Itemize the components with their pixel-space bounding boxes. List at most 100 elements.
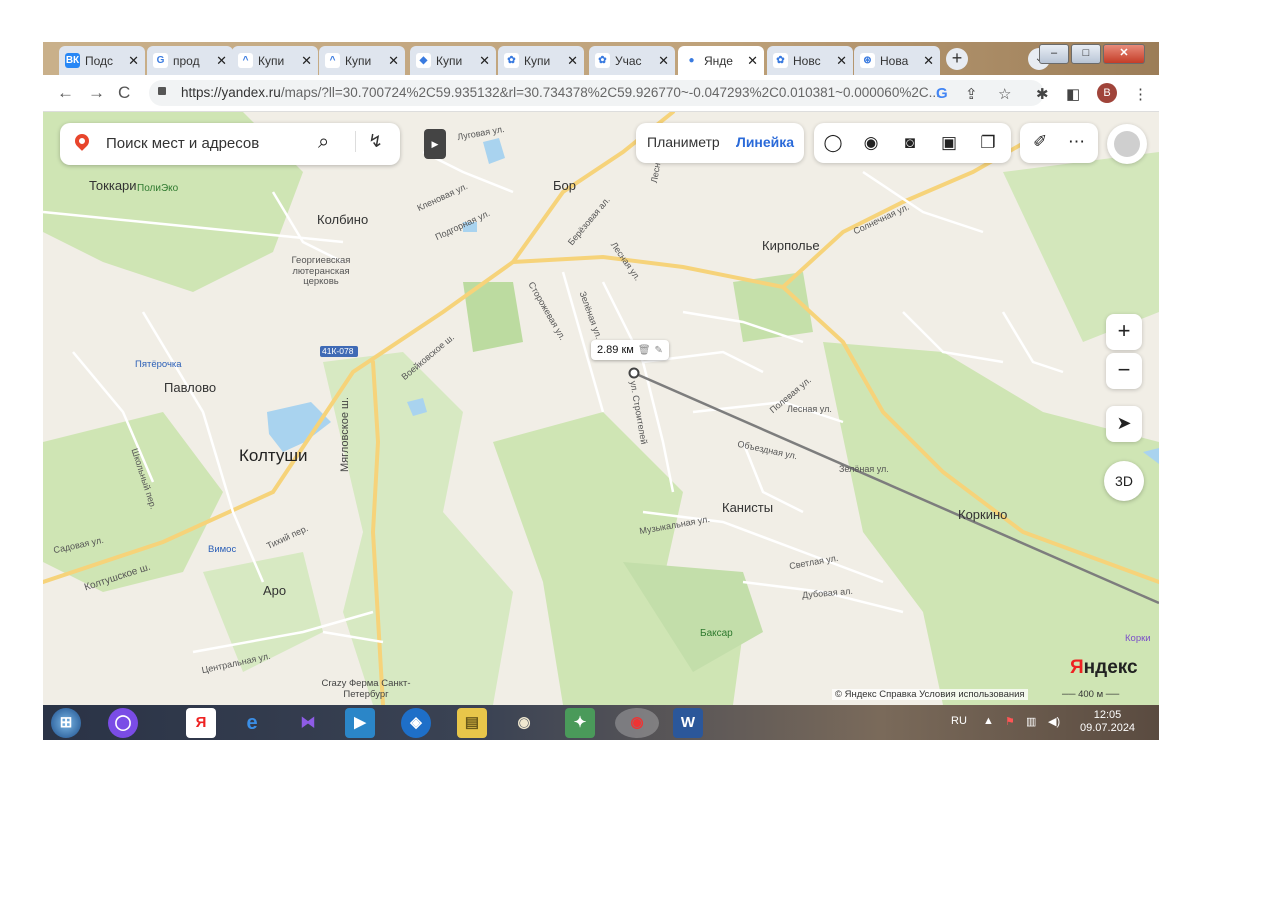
browser-tab[interactable]: ◆ Купи ✕ [410,46,496,75]
volume-icon[interactable]: ◀) [1048,715,1060,728]
more-icon[interactable]: ⋯ [1068,132,1085,152]
search-input[interactable]: Поиск мест и адресов [106,135,259,152]
menu-icon[interactable]: ⋮ [1133,85,1148,103]
map-layers-icon[interactable]: ❐ [977,132,999,154]
avito-icon: ^ [325,53,340,68]
close-tab-icon[interactable]: ✕ [216,53,227,69]
taskbar-clock[interactable]: 12:05 09.07.2024 [1080,709,1135,735]
browser-tab[interactable]: ВК Подс ✕ [59,46,145,75]
screenshot: ВК Подс ✕ Gпрод ✕ ^ Купи ✕ ^ Купи ✕ ◆ Купи ✕ ✿ Купи ✕ ✿ Уч… [43,42,1159,740]
start-button[interactable]: ⊞ [51,708,81,738]
windows-taskbar: ⊞ ◯ Я e ⧓ ▶ ◈ ▤ ◉ ✦ ◉ W RU ▲ ⚑ ▥ ◀) 12:0… [43,705,1159,740]
search-icon[interactable]: ⌕ [318,131,329,154]
ruler-button[interactable]: Линейка [736,134,794,150]
close-window-button[interactable]: ✕ [1103,44,1145,64]
visual-studio-icon[interactable]: ⧓ [293,708,323,738]
minimize-button[interactable]: – [1039,44,1069,64]
map-label-pyaterochka: Пятёрочка [135,359,182,370]
close-tab-icon[interactable]: ✕ [388,53,399,69]
window-controls: – □ ✕ [1037,44,1145,64]
ruler-distance-label[interactable]: 2.89 км 🗑 ✎ [591,340,669,360]
new-tab-button[interactable]: + [946,48,968,70]
tab-label: прод [173,53,200,68]
close-tab-icon[interactable]: ✕ [567,53,578,69]
back-icon[interactable]: ← [57,83,74,103]
road-label-myaglovskoe: Мягловское ш. [339,397,351,472]
network-app-icon[interactable]: ◈ [401,708,431,738]
tools-toolbar: ✐ ⋯ [1020,123,1098,163]
media-player-icon[interactable]: ▶ [345,708,375,738]
show-hidden-icons-icon[interactable]: ▲ [983,715,994,727]
map-label-baksar: Баксар [700,628,733,639]
photo-app-icon[interactable]: ✦ [565,708,595,738]
yandex-browser-icon[interactable]: Я [186,708,216,738]
close-tab-icon[interactable]: ✕ [301,53,312,69]
zoom-out-button[interactable]: − [1106,353,1142,389]
clock-date: 09.07.2024 [1080,722,1136,734]
alice-icon[interactable]: ◯ [108,708,138,738]
url-field[interactable]: https://yandex.ru/maps/?ll=30.700724%2C5… [149,80,1044,106]
action-center-flag-icon[interactable]: ⚑ [1005,715,1015,728]
profile-avatar[interactable]: B [1097,83,1117,103]
yandex-logo: Яндекс [1070,657,1138,679]
browser-tab[interactable]: Gпрод ✕ [147,46,233,75]
3d-button[interactable]: 3D [1104,461,1144,501]
map-label-vimos: Вимос [208,544,237,555]
network-icon[interactable]: ▥ [1026,715,1036,728]
file-explorer-icon[interactable]: ▤ [457,708,487,738]
traffic-icon[interactable]: ◉ [860,132,882,154]
browser-tab[interactable]: ● Янде ✕ [678,46,764,75]
domclick-icon: ◆ [416,53,431,68]
scale-value: 400 м [1078,689,1104,700]
yandex-maps-icon: ● [684,53,699,68]
eye-app-icon[interactable]: ◉ [509,708,539,738]
ruler-start-point[interactable] [628,367,640,379]
close-tab-icon[interactable]: ✕ [747,53,758,69]
extensions-icon[interactable]: ✱ [1036,85,1049,103]
zoom-in-button[interactable]: + [1106,314,1142,350]
map-label-korkino-poi: Корки [1125,633,1151,644]
browser-tab[interactable]: ✿ Купи ✕ [498,46,584,75]
transport-icon[interactable]: ▣ [938,132,960,154]
road-label-zelenaya: Зелёная ул. [839,464,889,474]
maximize-button[interactable]: □ [1071,44,1101,64]
browser-tab[interactable]: ^ Купи ✕ [232,46,318,75]
route-icon[interactable]: ↯ [355,131,383,152]
close-tab-icon[interactable]: ✕ [479,53,490,69]
search-box[interactable]: Поиск мест и адресов ⌕ ↯ [60,123,400,165]
planimeter-button[interactable]: Планиметр [647,134,720,150]
layers-toolbar: ◯ ◉ ◙ ▣ ❐ [814,123,1011,163]
chrome-icon[interactable]: ◉ [615,708,659,738]
close-tab-icon[interactable]: ✕ [836,53,847,69]
close-tab-icon[interactable]: ✕ [658,53,669,69]
language-indicator[interactable]: RU [951,715,967,727]
browser-tab[interactable]: ✿ Новс ✕ [767,46,853,75]
map-canvas[interactable]: Токкари ПолиЭко Колбино Георгиевская лют… [43,112,1159,705]
delete-icon[interactable]: 🗑 [638,345,651,356]
yandex-maps-pin-icon [72,131,92,151]
close-tab-icon[interactable]: ✕ [923,53,934,69]
map-copyright-links[interactable]: © Яндекс Справка Условия использования [832,689,1028,700]
tab-label: Купи [524,53,551,68]
bookmark-star-icon[interactable]: ☆ [998,85,1011,103]
ruler-tool-icon[interactable]: ✐ [1033,132,1047,152]
internet-explorer-icon[interactable]: e [237,708,267,738]
locate-me-icon[interactable]: ➤ [1106,406,1142,442]
browser-tab[interactable]: ^ Купи ✕ [319,46,405,75]
word-icon[interactable]: W [673,708,703,738]
browser-tab[interactable]: ⊛ Нова ✕ [854,46,940,75]
google-translate-icon[interactable]: G [936,85,948,102]
map-label-crazy-ferma: Crazy Ферма Санкт-Петербург [321,678,411,700]
user-avatar[interactable] [1107,124,1147,164]
camera-icon[interactable]: ◙ [899,132,921,154]
close-tab-icon[interactable]: ✕ [128,53,139,69]
browser-tab[interactable]: ✿ Учас ✕ [589,46,675,75]
lock-icon[interactable] [158,87,166,95]
panorama-icon[interactable]: ◯ [822,132,844,154]
edit-icon[interactable]: ✎ [655,345,663,356]
side-panel-icon[interactable]: ◧ [1066,85,1080,103]
collapse-panel-button[interactable]: ▶ [424,129,446,159]
forward-icon[interactable]: → [88,83,105,103]
share-icon[interactable]: ⇪ [965,85,978,103]
reload-icon[interactable]: C [118,83,130,103]
